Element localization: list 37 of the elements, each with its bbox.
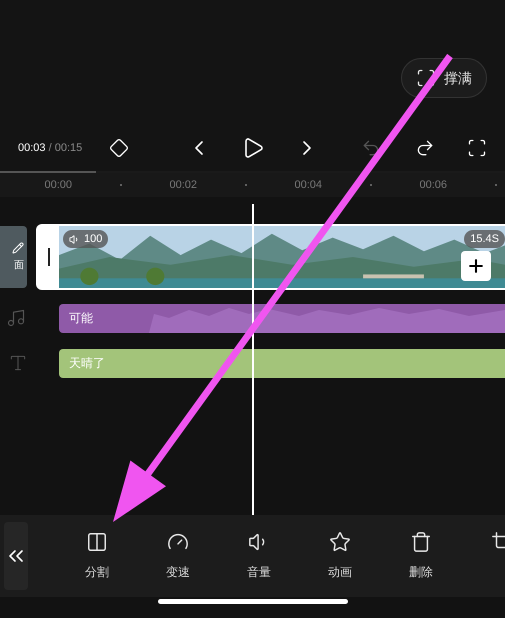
tool-button[interactable]: 删除	[390, 531, 452, 581]
time-mark: 00:00	[43, 178, 74, 193]
fullscreen-button[interactable]	[467, 138, 487, 158]
cover-thumbnail[interactable]: 面	[0, 226, 27, 288]
time-mark: 00:06	[418, 178, 448, 193]
time-mark: 00:04	[293, 178, 324, 193]
undo-icon	[361, 138, 381, 158]
keyframe-button[interactable]	[109, 138, 129, 158]
volume-badge: 100	[63, 230, 108, 248]
redo-icon	[415, 138, 435, 158]
video-clip[interactable]: 100 15.4S	[36, 224, 505, 290]
tool-button[interactable]: 变速	[147, 531, 209, 581]
trim-handle[interactable]	[48, 248, 50, 266]
redo-button[interactable]	[415, 138, 435, 158]
trash-icon	[410, 531, 432, 553]
tool-button[interactable]: 分割	[66, 531, 128, 581]
music-icon	[6, 308, 26, 328]
text-icon	[8, 353, 28, 373]
diamond-icon	[109, 138, 129, 158]
tool-button[interactable]: 动画	[309, 531, 371, 581]
fill-button[interactable]: 撑满	[401, 58, 487, 98]
pencil-icon	[12, 242, 24, 254]
collapse-button[interactable]	[4, 522, 28, 590]
time-mark: 00:02	[168, 178, 198, 193]
audio-clip[interactable]: 可能	[59, 304, 505, 332]
split-icon	[86, 531, 108, 553]
duration-badge: 15.4S	[464, 230, 505, 248]
plus-icon	[466, 256, 486, 276]
add-clip-button[interactable]	[461, 251, 491, 281]
speaker-icon	[69, 234, 80, 244]
undo-button[interactable]	[361, 138, 381, 158]
tool-button[interactable]: 音量	[228, 531, 290, 581]
time-display: 00:03 / 00:15	[18, 140, 84, 156]
audio-clip-label: 可能	[69, 310, 93, 327]
cover-label: 面	[14, 258, 24, 272]
star-icon	[329, 531, 351, 553]
fullscreen-icon	[467, 138, 487, 158]
